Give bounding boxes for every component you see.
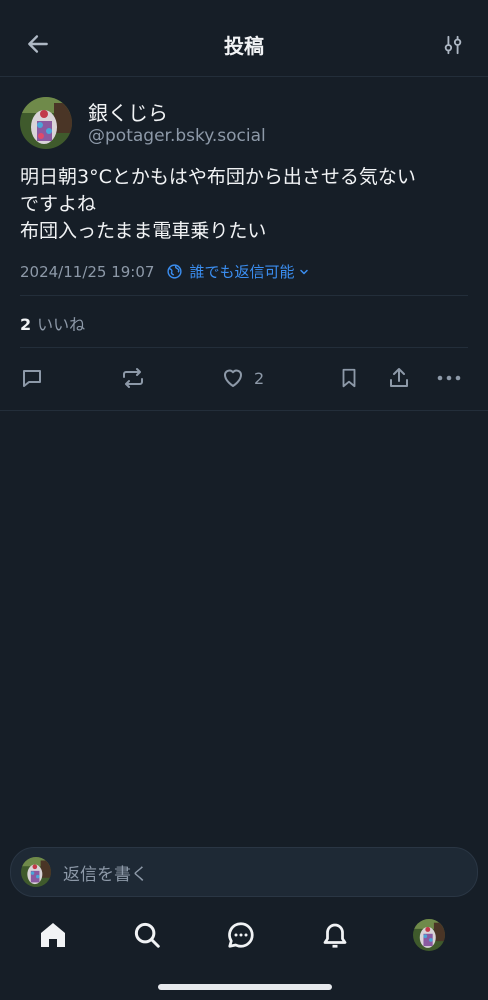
reply-setting-button[interactable]: 誰でも返信可能 xyxy=(166,261,310,282)
post-detail: 銀くじら @potager.bsky.social 明日朝3°Cとかもはや布団か… xyxy=(0,77,488,411)
likes-summary[interactable]: 2 いいね xyxy=(20,311,85,335)
page-title: 投稿 xyxy=(224,34,264,58)
profile-avatar xyxy=(413,919,445,951)
home-indicator xyxy=(158,984,332,990)
thread-settings-button[interactable] xyxy=(436,28,470,62)
heart-icon xyxy=(224,369,242,387)
bottom-tab-bar xyxy=(0,905,488,965)
reply-setting-label: 誰でも返信可能 xyxy=(189,263,295,281)
author-avatar[interactable] xyxy=(20,97,72,149)
chat-icon xyxy=(228,922,254,948)
chevron-down-icon xyxy=(298,266,310,278)
bell-icon xyxy=(323,923,347,948)
author-handle[interactable]: @potager.bsky.social xyxy=(88,126,266,146)
reply-composer[interactable]: 返信を書く xyxy=(10,847,478,897)
divider xyxy=(20,347,468,348)
share-icon xyxy=(390,368,408,387)
post-actions: 2 xyxy=(0,363,488,393)
bookmark-icon xyxy=(342,368,356,388)
tab-profile[interactable] xyxy=(409,915,449,955)
tab-search[interactable] xyxy=(127,915,167,955)
divider xyxy=(20,295,468,296)
reply-bubble-icon xyxy=(23,370,41,387)
repost-icon xyxy=(123,368,143,388)
likes-count: 2 xyxy=(20,315,32,334)
more-options-button[interactable] xyxy=(436,363,462,393)
like-count: 2 xyxy=(254,368,265,388)
search-icon xyxy=(134,922,160,948)
sliders-icon xyxy=(444,35,462,55)
likes-label: いいね xyxy=(37,315,86,334)
home-icon xyxy=(41,923,65,947)
share-button[interactable] xyxy=(387,363,411,393)
top-bar: 投稿 xyxy=(0,0,488,77)
repost-button[interactable] xyxy=(120,363,146,393)
post-text: 明日朝3°Cとかもはや布団から出させる気ない ですよね 布団入ったまま電車乗りた… xyxy=(20,166,416,242)
post-timestamp: 2024/11/25 19:07 xyxy=(20,262,155,281)
tab-home[interactable] xyxy=(33,915,73,955)
more-horizontal-icon xyxy=(437,375,461,381)
tab-notifications[interactable] xyxy=(315,915,355,955)
post-meta: 2024/11/25 19:07 誰でも返信可能 xyxy=(20,261,310,282)
reply-button[interactable] xyxy=(20,363,44,393)
author-display-name[interactable]: 銀くじら xyxy=(88,97,168,126)
globe-icon xyxy=(166,263,183,280)
my-avatar xyxy=(21,857,51,887)
tab-chat[interactable] xyxy=(221,915,261,955)
bookmark-button[interactable] xyxy=(338,363,360,393)
like-button[interactable]: 2 xyxy=(220,363,264,393)
reply-placeholder: 返信を書く xyxy=(63,864,148,885)
